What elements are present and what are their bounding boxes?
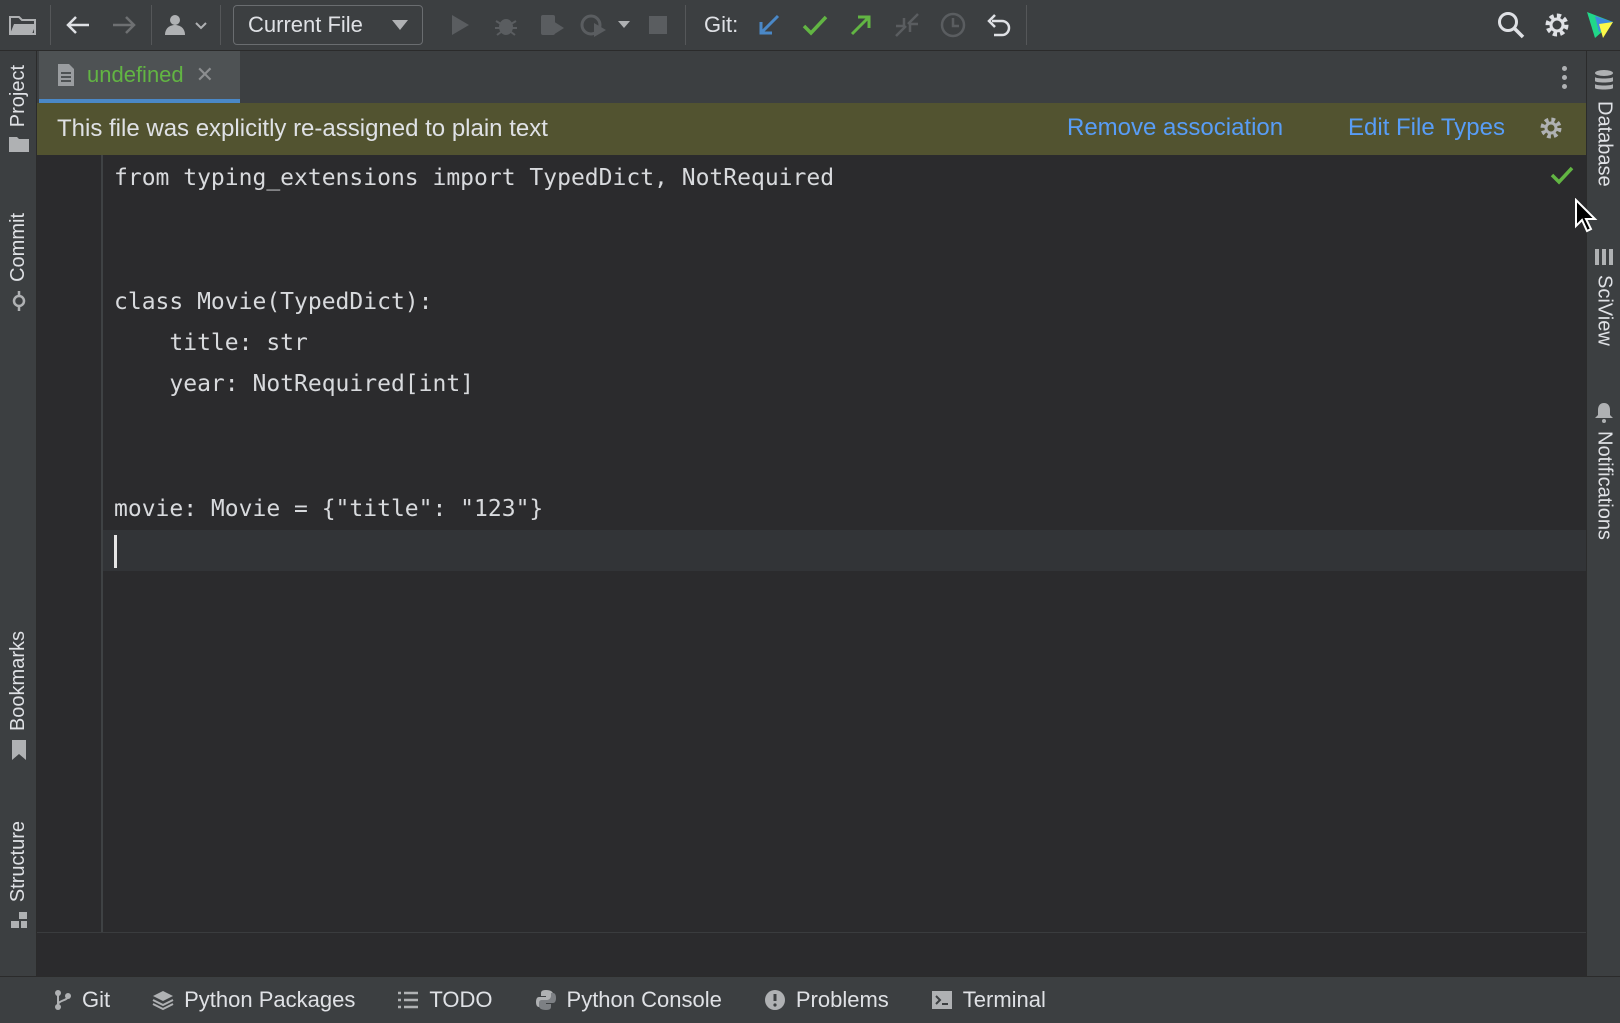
git-update-icon[interactable]: [746, 0, 792, 51]
tool-tab-terminal-label: Terminal: [962, 987, 1046, 1012]
tool-tab-python-console-label: Python Console: [566, 987, 722, 1012]
editor-tabs-row: undefined ✕: [37, 51, 1586, 103]
chevron-down-icon: [392, 20, 408, 30]
tool-tab-sciview-label: SciView: [1593, 275, 1616, 346]
tool-tab-python-packages[interactable]: Python Packages: [152, 987, 355, 1013]
tool-tab-python-packages-label: Python Packages: [184, 987, 356, 1012]
commit-icon: [12, 290, 25, 311]
code-line-4[interactable]: class Movie(TypedDict):: [114, 282, 433, 323]
tool-tab-project[interactable]: Project: [0, 65, 37, 153]
left-tool-window-bar: Project Commit Bookmarks Structure: [0, 51, 37, 976]
more-options-icon[interactable]: [1552, 63, 1576, 91]
editor-tab-filename: undefined: [87, 62, 184, 87]
inspection-ok-icon[interactable]: [1550, 165, 1574, 190]
toolbar-separator: [50, 5, 51, 45]
tool-tab-problems[interactable]: Problems: [764, 987, 889, 1013]
tool-tab-structure[interactable]: Structure: [0, 821, 37, 930]
code-editor[interactable]: from typing_extensions import TypedDict,…: [37, 155, 1586, 932]
tool-tab-git-label: Git: [82, 987, 111, 1012]
tool-tab-bookmarks[interactable]: Bookmarks: [0, 631, 37, 761]
toolbar-separator: [1026, 5, 1028, 45]
folder-icon: [8, 137, 29, 153]
tool-tab-todo-label: TODO: [429, 987, 493, 1012]
run-configuration-dropdown[interactable]: Current File: [233, 5, 423, 45]
file-type-notification-banner: This file was explicitly re-assigned to …: [37, 103, 1586, 155]
tool-tab-problems-label: Problems: [795, 987, 889, 1012]
tool-tab-commit[interactable]: Commit: [0, 213, 37, 312]
profile-icon[interactable]: [575, 0, 635, 51]
banner-message: This file was explicitly re-assigned to …: [57, 115, 548, 142]
code-line-1[interactable]: from typing_extensions import TypedDict,…: [114, 158, 834, 199]
tool-tab-database[interactable]: Database: [1587, 69, 1620, 187]
tool-tab-structure-label: Structure: [7, 821, 29, 903]
git-merge-icon[interactable]: [884, 0, 930, 51]
code-line-9[interactable]: movie: Movie = {"title": "123"}: [114, 489, 543, 530]
current-line-highlight: [103, 530, 1586, 571]
git-label: Git:: [704, 12, 739, 37]
editor-tab-undefined[interactable]: undefined ✕: [39, 51, 240, 103]
remove-association-link[interactable]: Remove association: [1067, 114, 1283, 142]
git-push-icon[interactable]: [838, 0, 884, 51]
tool-tab-bookmarks-label: Bookmarks: [7, 631, 29, 732]
run-config-label: Current File: [248, 12, 363, 37]
toolbar-separator: [220, 5, 221, 45]
tool-tab-todo[interactable]: TODO: [397, 987, 493, 1013]
edit-file-types-link[interactable]: Edit File Types: [1348, 114, 1505, 142]
user-icon[interactable]: [156, 0, 216, 51]
sciview-icon: [1595, 249, 1613, 265]
list-icon: [398, 991, 419, 1009]
right-tool-window-bar: Database SciView Notifications: [1586, 51, 1620, 976]
tool-tab-notifications[interactable]: Notifications: [1587, 401, 1620, 540]
app-logo-icon[interactable]: [1580, 0, 1620, 51]
tool-tab-project-label: Project: [7, 65, 29, 128]
debug-icon[interactable]: [483, 0, 529, 51]
editor-bottom-edge: [37, 932, 1586, 976]
bookmark-icon: [11, 740, 26, 761]
structure-icon: [10, 912, 27, 929]
open-folder-icon[interactable]: [0, 0, 46, 51]
code-line-5[interactable]: title: str: [114, 323, 308, 364]
code-line-6[interactable]: year: NotRequired[int]: [114, 364, 474, 405]
text-file-icon: [58, 64, 74, 86]
tool-tab-database-label: Database: [1593, 101, 1616, 187]
tool-tab-notifications-label: Notifications: [1593, 431, 1616, 540]
toolbar-separator: [685, 5, 686, 45]
back-arrow-icon[interactable]: [55, 0, 101, 51]
tool-tab-commit-label: Commit: [7, 213, 29, 282]
mouse-pointer-icon: [1574, 197, 1598, 239]
bottom-tool-window-bar: Git Python Packages TODO Python Console …: [0, 976, 1620, 1023]
git-branch-icon: [55, 990, 71, 1010]
gear-icon[interactable]: [1538, 115, 1564, 148]
tool-tab-terminal[interactable]: Terminal: [931, 987, 1046, 1013]
database-icon: [1595, 70, 1613, 90]
python-icon: [535, 990, 556, 1010]
layers-icon: [152, 991, 174, 1011]
terminal-icon: [931, 991, 952, 1009]
run-icon[interactable]: [437, 0, 483, 51]
toolbar-separator: [151, 5, 152, 45]
coverage-icon[interactable]: [529, 0, 575, 51]
tool-tab-sciview[interactable]: SciView: [1587, 247, 1620, 346]
stop-icon[interactable]: [635, 0, 681, 51]
git-commit-icon[interactable]: [792, 0, 838, 51]
tool-tab-python-console[interactable]: Python Console: [535, 987, 722, 1013]
settings-icon[interactable]: [1534, 0, 1580, 51]
history-icon[interactable]: [930, 0, 976, 51]
main-toolbar: Current File Git:: [0, 0, 1620, 51]
close-icon[interactable]: ✕: [196, 62, 214, 88]
search-icon[interactable]: [1488, 0, 1534, 51]
forward-arrow-icon[interactable]: [101, 0, 147, 51]
rollback-icon[interactable]: [976, 0, 1022, 51]
warning-icon: [764, 990, 785, 1010]
tool-tab-git[interactable]: Git: [54, 987, 110, 1013]
bell-icon: [1595, 403, 1613, 423]
text-caret: [114, 535, 117, 568]
